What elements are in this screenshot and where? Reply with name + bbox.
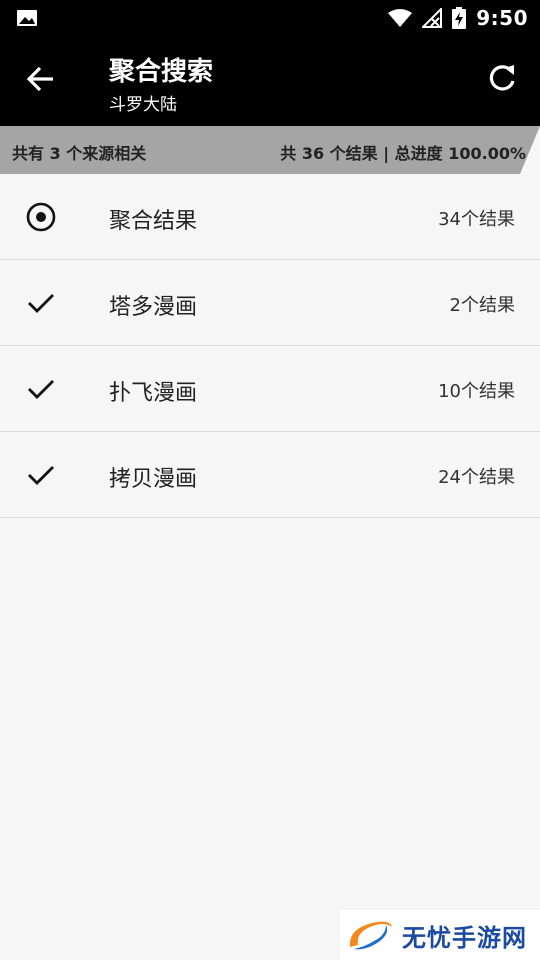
list-item-aggregate[interactable]: 聚合结果 34个结果 (0, 174, 540, 260)
watermark-text: 无忧手游网 (402, 923, 527, 952)
list-item-label: 塔多漫画 (109, 295, 198, 320)
no-signal-icon (422, 8, 443, 28)
list-item-label: 拷贝漫画 (109, 467, 198, 492)
watermark-logo: 无忧手游网 (340, 910, 540, 960)
list-item-count: 2个结果 (449, 295, 515, 316)
list-item-source[interactable]: 扑飞漫画 10个结果 (0, 346, 540, 432)
radio-selected-icon (26, 202, 56, 232)
page-subtitle: 斗罗大陆 (109, 95, 177, 115)
list-item-count: 24个结果 (438, 467, 515, 488)
list-item-count: 34个结果 (438, 209, 515, 230)
check-icon (28, 294, 54, 313)
result-progress-text: 共 36 个结果 | 总进度 100.00% (280, 144, 526, 163)
app-toolbar: 聚合搜索 斗罗大陆 (0, 36, 540, 126)
source-count-text: 共有 3 个来源相关 (12, 144, 147, 163)
list-item-label: 扑飞漫画 (109, 381, 198, 406)
list-item-source[interactable]: 拷贝漫画 24个结果 (0, 432, 540, 518)
check-icon (28, 466, 54, 485)
arrow-back-icon[interactable] (24, 62, 58, 96)
check-icon (28, 380, 54, 399)
refresh-icon[interactable] (486, 62, 518, 94)
source-list: 聚合结果 34个结果 塔多漫画 2个结果 扑飞漫画 10个结果 拷贝漫画 24个… (0, 174, 540, 518)
status-time: 9:50 (476, 6, 528, 30)
page-title: 聚合搜索 (109, 57, 214, 87)
wifi-icon (388, 9, 413, 27)
status-bar: 9:50 (0, 0, 540, 36)
list-item-count: 10个结果 (438, 381, 515, 402)
image-icon (17, 10, 37, 26)
list-item-label: 聚合结果 (109, 209, 198, 234)
list-item-source[interactable]: 塔多漫画 2个结果 (0, 260, 540, 346)
logo-swoosh-icon (349, 921, 392, 950)
search-progress-bar: 共有 3 个来源相关 共 36 个结果 | 总进度 100.00% (0, 126, 540, 174)
battery-charging-icon (452, 7, 467, 29)
